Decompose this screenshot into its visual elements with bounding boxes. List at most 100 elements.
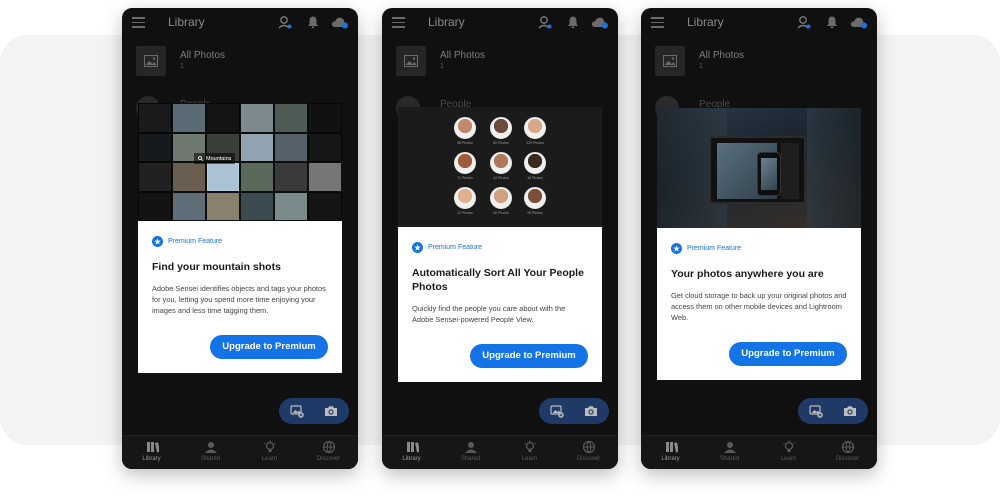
add-photo-icon[interactable] <box>550 404 564 418</box>
feature-preview-image: Mountains <box>138 103 342 221</box>
album-row-all-photos[interactable]: All Photos 1 <box>382 46 618 76</box>
badge-label: Premium Feature <box>687 244 742 252</box>
album-name: All Photos <box>440 50 486 61</box>
cloud-sync-icon[interactable] <box>331 15 349 29</box>
premium-upsell-dialog: Mountains Premium Feature Find your moun… <box>138 103 342 373</box>
dialog-description: Adobe Sensei identifies objects and tags… <box>152 284 326 315</box>
photo-thumbnail <box>172 191 206 221</box>
tab-discover[interactable]: Discover <box>299 436 358 469</box>
library-icon <box>146 442 159 453</box>
photo-thumbnail <box>138 103 172 133</box>
camera-icon[interactable] <box>584 404 598 418</box>
album-count: 1 <box>440 63 444 70</box>
tab-label: Shared <box>460 456 481 462</box>
album-row-all-photos[interactable]: All Photos 1 <box>122 46 358 76</box>
library-icon <box>406 442 419 453</box>
hamburger-menu-icon[interactable] <box>651 17 664 28</box>
tab-shared[interactable]: Shared <box>700 436 759 469</box>
hamburger-menu-icon[interactable] <box>392 17 405 28</box>
tab-label: Learn <box>780 456 797 462</box>
shared-icon <box>723 442 736 453</box>
camera-icon[interactable] <box>843 404 857 418</box>
album-name: All Photos <box>699 50 745 61</box>
tab-label: Library <box>142 456 161 462</box>
person-face <box>524 117 546 139</box>
tab-library[interactable]: Library <box>382 436 441 469</box>
premium-feature-badge: Premium Feature <box>152 235 328 247</box>
people-search-icon[interactable] <box>278 15 292 29</box>
feature-preview-image: 98 Photos 80 Photos 120 Photos 71 Photos 44 … <box>398 107 602 227</box>
notification-bell-icon[interactable] <box>306 15 320 29</box>
photo-thumbnail <box>172 103 206 133</box>
face-photo-count: 120 Photos <box>526 141 544 145</box>
person-face <box>524 187 546 209</box>
people-search-icon[interactable] <box>538 15 552 29</box>
upgrade-to-premium-button[interactable]: Upgrade to Premium <box>729 342 847 366</box>
hamburger-menu-icon[interactable] <box>132 17 145 28</box>
face-photo-count: 18 Photos <box>527 176 543 180</box>
phone-device <box>757 152 781 196</box>
floating-action-pill <box>539 398 609 424</box>
tab-library[interactable]: Library <box>122 436 181 469</box>
discover-icon <box>841 440 854 454</box>
add-photo-icon[interactable] <box>290 404 304 418</box>
person-face <box>454 117 476 139</box>
photo-thumbnail <box>308 132 342 162</box>
tab-label: Learn <box>261 456 278 462</box>
photo-mosaic <box>138 103 342 221</box>
tab-label: Discover <box>316 456 341 462</box>
upgrade-to-premium-button[interactable]: Upgrade to Premium <box>210 335 328 359</box>
app-title: Library <box>168 15 205 29</box>
phone-photo <box>761 158 777 190</box>
cloud-sync-icon[interactable] <box>850 15 868 29</box>
add-photo-icon[interactable] <box>809 404 823 418</box>
photo-thumbnail <box>138 191 172 221</box>
learn-icon <box>523 440 536 452</box>
tab-label: Library <box>402 456 421 462</box>
tab-library[interactable]: Library <box>641 436 700 469</box>
cloud-sync-icon[interactable] <box>591 15 609 29</box>
search-tag-text: Mountains <box>206 155 232 162</box>
top-bar: Library <box>641 8 877 38</box>
photo-thumbnail <box>308 103 342 133</box>
learn-icon <box>782 440 795 452</box>
star-icon <box>152 235 163 247</box>
camera-icon[interactable] <box>324 404 338 418</box>
album-thumbnail <box>655 46 685 76</box>
dialog-title: Your photos anywhere you are <box>671 268 824 280</box>
discover-icon <box>322 440 335 454</box>
tab-discover[interactable]: Discover <box>818 436 877 469</box>
dialog-title: Find your mountain shots <box>152 261 281 273</box>
album-count: 1 <box>699 63 703 70</box>
photo-thumbnail <box>274 162 308 192</box>
library-icon <box>665 442 678 453</box>
photo-thumbnail <box>240 132 274 162</box>
album-thumbnail <box>396 46 426 76</box>
photo-thumbnail <box>308 162 342 192</box>
upgrade-to-premium-button[interactable]: Upgrade to Premium <box>470 344 588 368</box>
dialog-body: Premium Feature Find your mountain shots… <box>138 235 342 373</box>
tab-learn[interactable]: Learn <box>240 436 299 469</box>
tab-discover[interactable]: Discover <box>559 436 618 469</box>
bottom-tab-bar: Library Shared Learn Discover <box>122 435 358 469</box>
person-face <box>490 117 512 139</box>
floating-action-pill <box>279 398 349 424</box>
premium-feature-badge: Premium Feature <box>671 242 847 254</box>
notification-bell-icon[interactable] <box>825 15 839 29</box>
people-search-icon[interactable] <box>797 15 811 29</box>
person-face <box>524 152 546 174</box>
dialog-description: Quickly find the people you care about w… <box>412 304 566 324</box>
photo-thumbnail <box>274 191 308 221</box>
tab-learn[interactable]: Learn <box>500 436 559 469</box>
tab-shared[interactable]: Shared <box>441 436 500 469</box>
person-face <box>454 187 476 209</box>
tab-learn[interactable]: Learn <box>759 436 818 469</box>
star-icon <box>412 241 423 253</box>
face-photo-count: 22 Photos <box>457 211 473 215</box>
premium-feature-badge: Premium Feature <box>412 241 588 253</box>
tab-shared[interactable]: Shared <box>181 436 240 469</box>
app-title: Library <box>428 15 465 29</box>
notification-bell-icon[interactable] <box>566 15 580 29</box>
top-bar: Library <box>122 8 358 38</box>
album-row-all-photos[interactable]: All Photos 1 <box>641 46 877 76</box>
